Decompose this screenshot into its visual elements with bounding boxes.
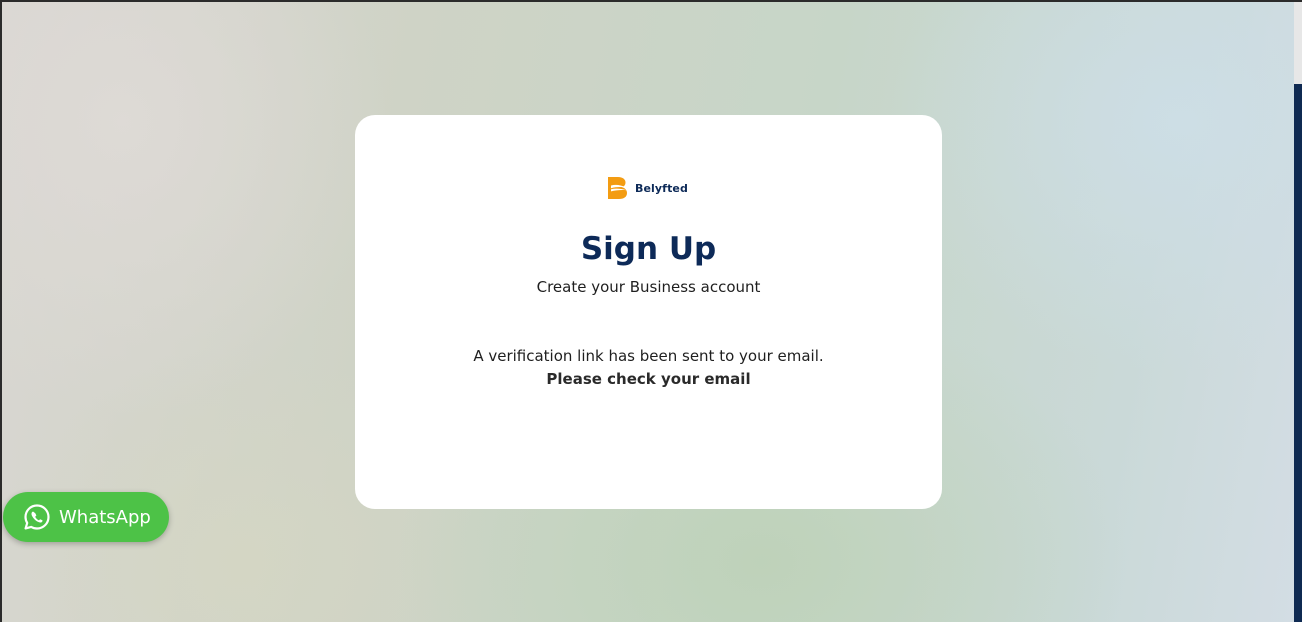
whatsapp-label: WhatsApp xyxy=(59,506,151,528)
verification-message: A verification link has been sent to you… xyxy=(473,347,824,365)
signup-card: Belyfted Sign Up Create your Business ac… xyxy=(355,115,942,509)
side-panel-edge xyxy=(1294,84,1302,622)
page-title: Sign Up xyxy=(580,231,717,267)
brand-logo[interactable]: Belyfted xyxy=(607,175,688,201)
belyfted-b-icon xyxy=(608,177,627,199)
whatsapp-icon xyxy=(24,504,50,530)
scrollbar-track[interactable] xyxy=(1294,2,1302,84)
page-subtitle: Create your Business account xyxy=(536,278,761,296)
brand-name: Belyfted xyxy=(635,181,688,195)
whatsapp-chat-button[interactable]: WhatsApp xyxy=(3,492,169,542)
check-email-message: Please check your email xyxy=(546,370,751,388)
